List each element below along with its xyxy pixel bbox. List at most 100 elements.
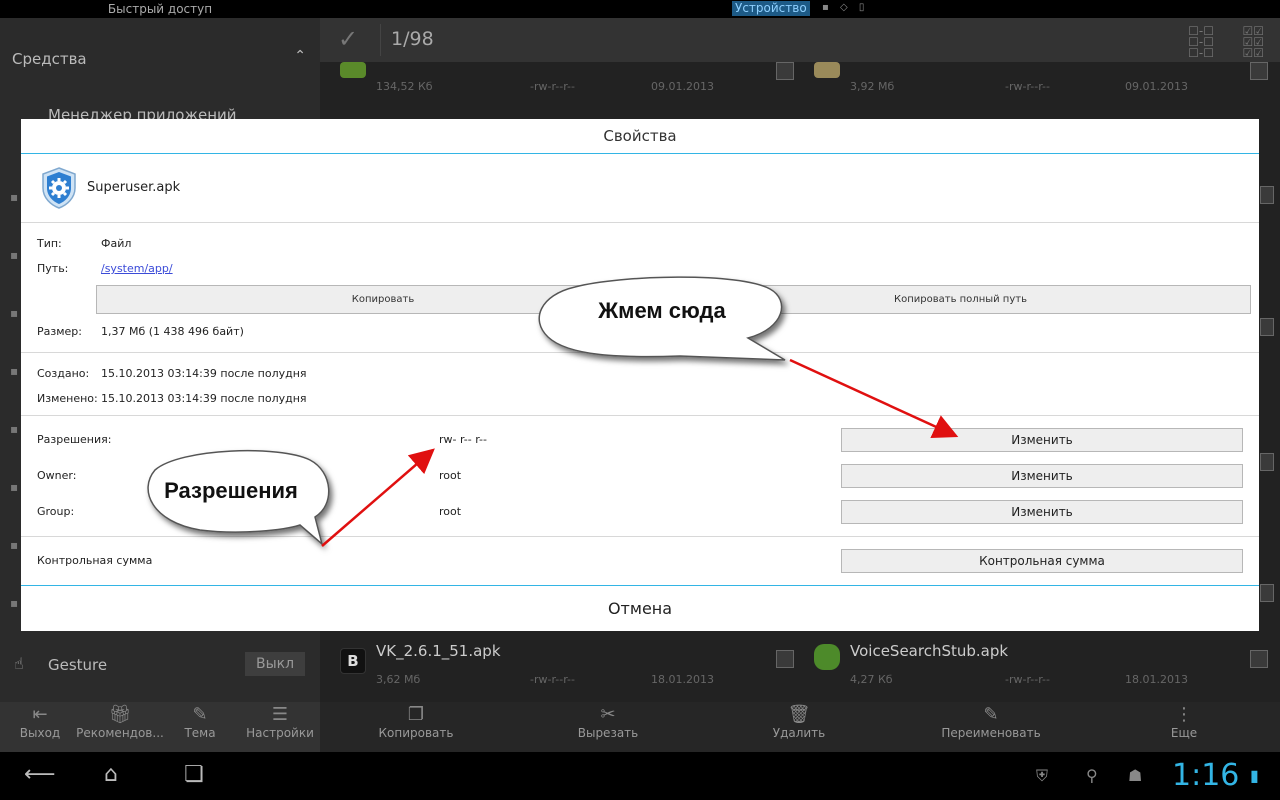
sliders-icon: ☰ — [271, 704, 289, 725]
type-value: Файл — [101, 237, 132, 250]
type-label: Тип: — [37, 237, 62, 250]
file-permissions: -rw-r--r-- — [530, 673, 575, 686]
properties-dialog: Свойства Superuser.apk Тип: Файл Путь: /… — [21, 119, 1259, 631]
dialog-title: Свойства — [603, 127, 677, 145]
exit-icon: ⇤ — [32, 704, 48, 725]
file-permissions: -rw-r--r-- — [530, 80, 575, 93]
checkmark-icon[interactable]: ✓ — [338, 25, 358, 53]
section-divider — [21, 352, 1259, 353]
sidebar-section-title[interactable]: Средства — [12, 50, 87, 68]
file-date: 18.01.2013 — [651, 673, 714, 686]
permissions-label: Разрешения: — [37, 433, 112, 446]
app-shield-gear-icon — [42, 167, 76, 209]
change-permissions-button[interactable]: Изменить — [841, 428, 1243, 452]
system-nav-bar: ⟵ ⌂ ❏ ⛨ ⚲ ☗ 1:16 ▮ — [0, 752, 1280, 800]
size-value: 1,37 Мб (1 438 496 байт) — [101, 325, 244, 338]
file-size: 4,27 Кб — [850, 673, 893, 686]
group-label: Group: — [37, 505, 75, 518]
section-divider — [21, 415, 1259, 416]
size-label: Размер: — [37, 325, 82, 338]
path-label: Путь: — [37, 262, 69, 275]
file-name-title: Superuser.apk — [87, 180, 181, 195]
scissors-icon: ✂ — [600, 704, 616, 725]
file-checkbox[interactable] — [776, 650, 794, 668]
section-divider — [21, 222, 1259, 223]
file-checkbox[interactable] — [1260, 318, 1274, 336]
checksum-label: Контрольная сумма — [37, 554, 153, 567]
copy-button[interactable]: ❐ Копировать — [370, 702, 462, 752]
file-checkbox[interactable] — [1250, 650, 1268, 668]
settings-button[interactable]: ☰ Настройки — [244, 702, 316, 752]
owner-label: Owner: — [37, 469, 77, 482]
file-checkbox[interactable] — [1260, 186, 1274, 204]
rename-button[interactable]: ✎ Переименовать — [940, 702, 1042, 752]
storage-icons[interactable]: ▪ ◇ ▯ — [822, 2, 868, 13]
main-toolbar: ❐ Копировать ✂ Вырезать 🗑︎ Удалить ✎ Переиме… — [320, 702, 1280, 752]
section-divider — [21, 536, 1259, 537]
change-group-button[interactable]: Изменить — [841, 500, 1243, 524]
cancel-button[interactable]: Отмена — [21, 586, 1259, 631]
created-value: 15.10.2013 03:14:39 после полудня — [101, 367, 307, 380]
more-button[interactable]: ⋮ Еще — [1164, 702, 1204, 752]
vk-app-icon: B — [340, 648, 366, 674]
quick-access-label[interactable]: Быстрый доступ — [0, 2, 320, 16]
select-all-icon[interactable]: ☑☑ ☑☑ ☑☑ — [1242, 25, 1264, 59]
modified-label: Изменено: — [37, 392, 98, 405]
checksum-button[interactable]: Контрольная сумма — [841, 549, 1243, 573]
battery-icon[interactable]: ▮ — [1250, 766, 1259, 785]
theme-button[interactable]: ✎ Тема — [176, 702, 224, 752]
clock[interactable]: 1:16 — [1172, 758, 1239, 793]
file-icon — [340, 62, 366, 78]
android-icon — [814, 644, 840, 670]
status-strip: Быстрый доступ Устройство ▪ ◇ ▯ — [0, 0, 1280, 18]
more-vert-icon: ⋮ — [1175, 704, 1193, 725]
palette-icon: ✎ — [192, 704, 208, 725]
file-size: 3,92 Мб — [850, 80, 895, 93]
sidebar-item-gesture[interactable]: Gesture — [48, 656, 107, 674]
created-label: Создано: — [37, 367, 90, 380]
file-size: 134,52 Кб — [376, 80, 433, 93]
callout-top-text: Жмем сюда — [598, 298, 726, 323]
chevron-up-icon[interactable]: ⌃ — [294, 48, 306, 64]
android-debug-icon[interactable]: ☗ — [1128, 766, 1142, 785]
selection-header: ✓ 1/98 ☐-☐ ☐-☐ ☐-☐ ☑☑ ☑☑ ☑☑ — [320, 18, 1280, 62]
path-link[interactable]: /system/app/ — [101, 262, 173, 275]
file-checkbox[interactable] — [776, 62, 794, 80]
delete-button[interactable]: 🗑︎ Удалить — [766, 702, 832, 752]
change-owner-button[interactable]: Изменить — [841, 464, 1243, 488]
deselect-all-icon[interactable]: ☐-☐ ☐-☐ ☐-☐ — [1188, 25, 1214, 59]
file-size: 3,62 Мб — [376, 673, 421, 686]
permissions-value: rw- r-- r-- — [439, 433, 487, 446]
callout-left-text: Разрешения — [164, 478, 298, 503]
file-date: 18.01.2013 — [1125, 673, 1188, 686]
gift-icon: 🎁︎ — [108, 704, 132, 725]
file-name[interactable]: VoiceSearchStub.apk — [850, 642, 1008, 660]
file-permissions: -rw-r--r-- — [1005, 80, 1050, 93]
recommend-button[interactable]: 🎁︎ Рекомендов... — [76, 702, 164, 752]
cut-button[interactable]: ✂ Вырезать — [568, 702, 648, 752]
shield-icon[interactable]: ⛨ — [1036, 766, 1048, 786]
file-date: 09.01.2013 — [1125, 80, 1188, 93]
file-checkbox[interactable] — [1260, 584, 1274, 602]
file-checkbox[interactable] — [1260, 453, 1274, 471]
title-divider — [21, 153, 1259, 154]
group-value: root — [439, 505, 462, 518]
file-checkbox[interactable] — [1250, 62, 1268, 80]
recent-apps-icon[interactable]: ❏ — [184, 762, 204, 787]
header-divider — [380, 24, 381, 56]
device-tab[interactable]: Устройство — [732, 1, 810, 16]
sidebar-toolbar: ⇤ Выход 🎁︎ Рекомендов... ✎ Тема ☰ Настройки — [0, 702, 320, 752]
exit-button[interactable]: ⇤ Выход — [12, 702, 68, 752]
home-icon[interactable]: ⌂ — [104, 762, 118, 787]
copy-full-path-button[interactable]: Копировать полный путь — [670, 285, 1251, 314]
file-name[interactable]: VK_2.6.1_51.apk — [376, 642, 501, 660]
hand-icon: ☝ — [14, 654, 24, 673]
usb-icon[interactable]: ⚲ — [1086, 766, 1098, 785]
rename-icon: ✎ — [983, 704, 999, 725]
copy-icon: ❐ — [407, 704, 425, 725]
file-permissions: -rw-r--r-- — [1005, 673, 1050, 686]
back-icon[interactable]: ⟵ — [24, 762, 56, 787]
selection-count: 1/98 — [391, 28, 434, 50]
gesture-toggle[interactable]: Выкл — [245, 652, 305, 676]
file-icon — [814, 62, 840, 78]
